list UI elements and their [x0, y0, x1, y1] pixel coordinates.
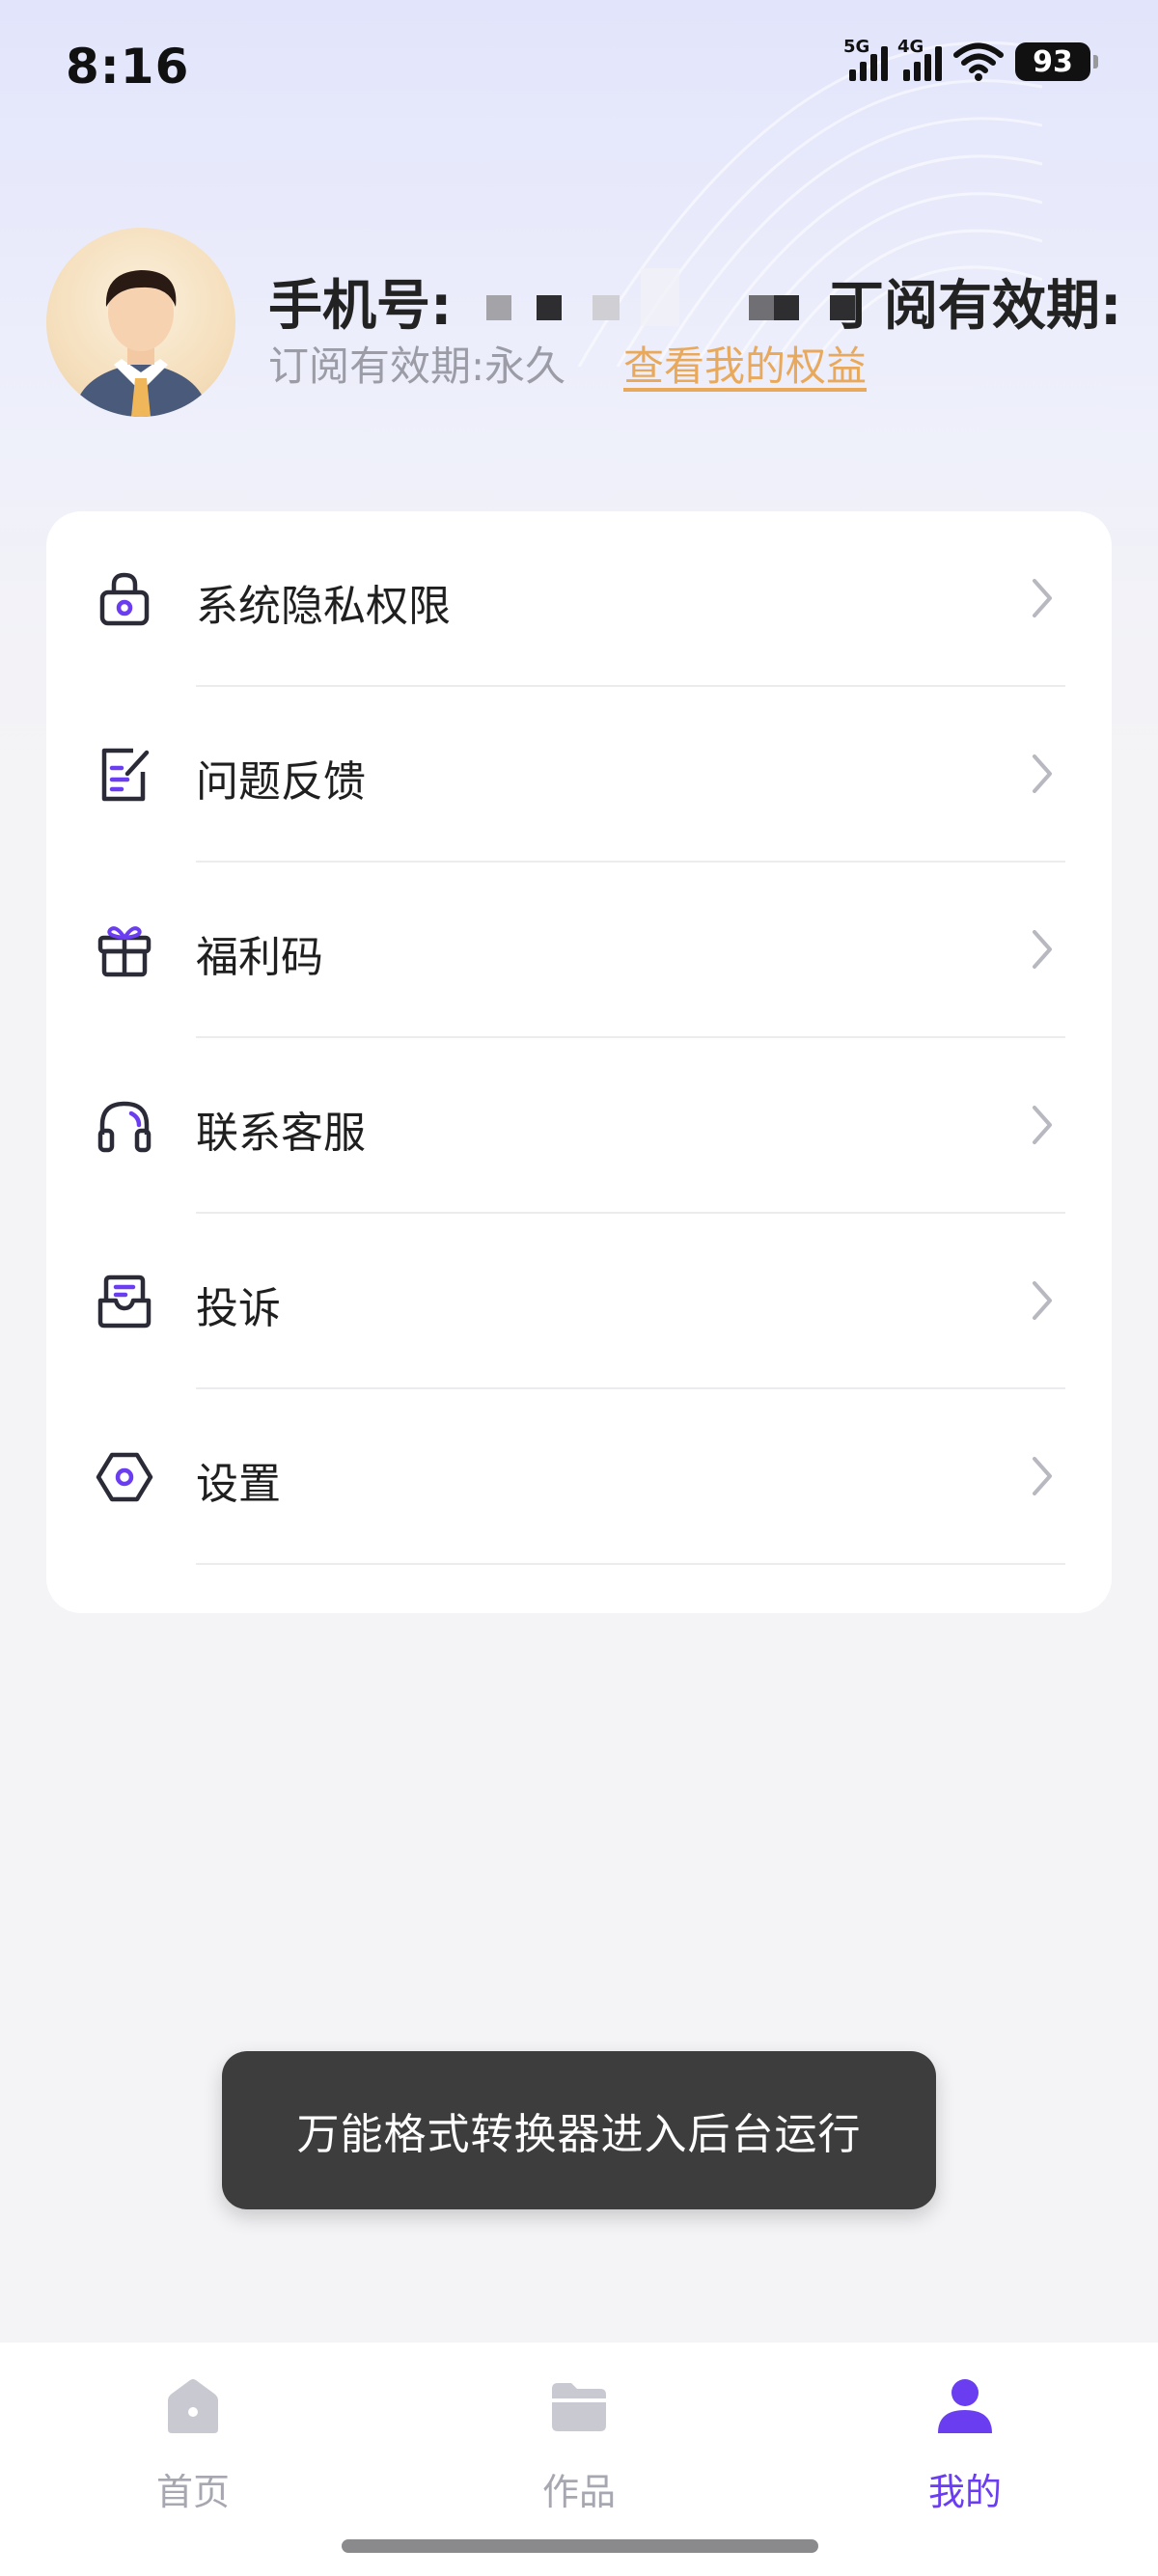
chevron-right-icon — [1033, 1457, 1052, 1495]
menu-item-gift-code[interactable]: 福利码 — [46, 863, 1112, 1038]
status-icons: 5G 4G 93 — [843, 37, 1098, 81]
status-bar: 8:16 5G 4G 93 — [0, 0, 1158, 145]
wifi-icon — [953, 42, 1004, 81]
menu-item-complaint[interactable]: 投诉 — [46, 1214, 1112, 1389]
view-my-rights-link[interactable]: 查看我的权益 — [623, 334, 867, 393]
complaint-mailbox-icon — [97, 1274, 152, 1329]
lock-icon — [99, 572, 150, 626]
headphones-icon — [97, 1101, 152, 1153]
toast-message: 万能格式转换器进入后台运行 — [222, 2051, 936, 2209]
menu-item-label: 设置 — [196, 1460, 281, 1509]
profile-header: 手机号: 丁阅有效期: 订阅有效期:永久 查看我的权益 — [46, 228, 1158, 421]
battery-icon: 93 — [1015, 42, 1098, 81]
status-time: 8:16 — [66, 39, 190, 95]
settings-menu: 系统隐私权限 问题反馈 福利码 联系客服 投诉 设置 — [46, 511, 1112, 1613]
chevron-right-icon — [1033, 930, 1052, 969]
user-icon — [938, 2379, 992, 2433]
menu-item-label: 投诉 — [196, 1284, 281, 1333]
toast-text: 万能格式转换器进入后台运行 — [296, 2110, 862, 2159]
chevron-right-icon — [1033, 1281, 1052, 1320]
menu-item-label: 福利码 — [196, 933, 323, 982]
tab-mine[interactable]: 我的 — [849, 2375, 1081, 2520]
tab-works[interactable]: 作品 — [463, 2375, 695, 2520]
tab-label: 作品 — [541, 2471, 616, 2513]
divider — [196, 1563, 1065, 1565]
home-icon — [168, 2379, 218, 2433]
folder-icon — [552, 2383, 606, 2431]
network-type-label: 4G — [897, 37, 924, 57]
menu-item-privacy-permissions[interactable]: 系统隐私权限 — [46, 511, 1112, 687]
battery-level: 93 — [1033, 44, 1073, 79]
chevron-right-icon — [1033, 579, 1052, 617]
menu-item-label: 联系客服 — [196, 1109, 366, 1158]
chevron-right-icon — [1033, 1106, 1052, 1144]
avatar-illustration — [73, 270, 208, 417]
subscription-validity: 订阅有效期:永久 — [268, 343, 566, 390]
menu-item-label: 问题反馈 — [196, 757, 366, 807]
chevron-right-icon — [1033, 754, 1052, 793]
network-type-label: 5G — [843, 37, 870, 57]
menu-item-contact-support[interactable]: 联系客服 — [46, 1038, 1112, 1214]
tab-label: 首页 — [155, 2471, 230, 2513]
settings-hexagon-icon — [96, 1452, 153, 1502]
phone-number-label: 手机号: — [268, 275, 453, 338]
menu-item-feedback[interactable]: 问题反馈 — [46, 687, 1112, 863]
home-indicator[interactable] — [342, 2539, 818, 2553]
subscription-overflow-label: 丁阅有效期: — [830, 275, 1122, 338]
menu-item-label: 系统隐私权限 — [196, 582, 451, 631]
feedback-edit-icon — [101, 748, 150, 802]
cellular-signal-icon: 5G — [843, 37, 888, 81]
masked-phone-number — [486, 268, 863, 326]
cellular-signal-icon: 4G — [897, 37, 942, 81]
menu-item-settings[interactable]: 设置 — [46, 1389, 1112, 1565]
tab-label: 我的 — [927, 2471, 1002, 2513]
gift-icon — [97, 926, 152, 977]
tab-home[interactable]: 首页 — [77, 2375, 309, 2520]
avatar[interactable] — [46, 228, 235, 417]
